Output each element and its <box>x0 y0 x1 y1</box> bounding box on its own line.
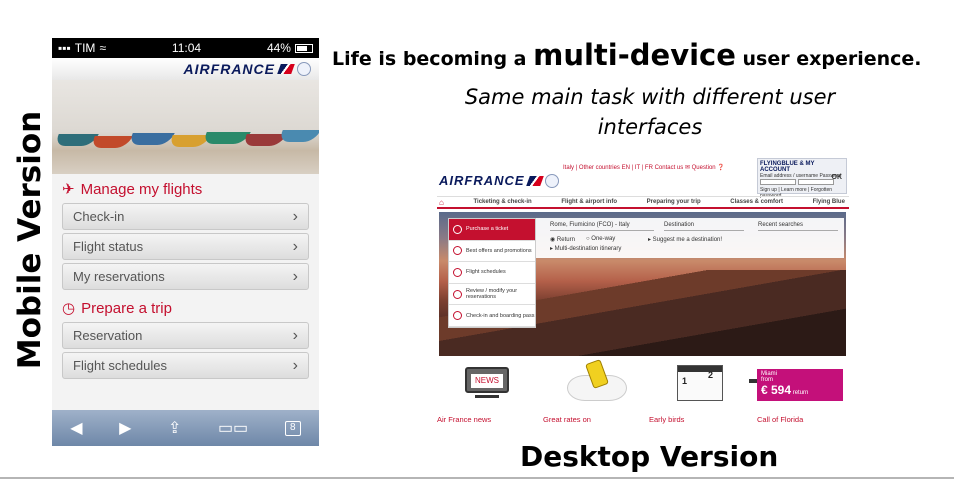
boat-shape <box>277 130 319 142</box>
menu-purchase-ticket[interactable]: Purchase a ticket <box>449 219 535 241</box>
boat-shape <box>201 132 251 144</box>
headline-emphasis: multi-device <box>533 38 736 72</box>
pillow-tag-image[interactable] <box>567 359 633 409</box>
chevron-right-icon: › <box>292 207 298 225</box>
promo-tiles: NEWS Air France news Great rates on 1 2 … <box>437 359 849 431</box>
forward-icon[interactable]: ▶ <box>119 418 131 438</box>
destination-field[interactable]: Destination <box>664 222 744 231</box>
grand-canyon-hero: Purchase a ticket Best offers and promot… <box>439 212 846 356</box>
tile-caption-early-birds[interactable]: Early birds <box>649 415 684 424</box>
login-ok-button[interactable]: OK <box>832 174 843 181</box>
ticket-icon <box>453 289 462 299</box>
mobile-header: AIRFRANCE <box>52 58 319 80</box>
boat-shape <box>127 133 175 145</box>
multi-destination-link[interactable]: ▸ Multi-destination itinerary <box>550 245 621 252</box>
mobile-version-label: Mobile Version <box>12 110 48 370</box>
desktop-topbar: Italy | Other countries EN | IT | FR Con… <box>437 156 849 199</box>
nav-classes-comfort[interactable]: Classes & comfort <box>730 199 783 205</box>
menu-best-offers[interactable]: Best offers and promotions <box>449 241 535 263</box>
chevron-right-icon: › <box>292 267 298 285</box>
clock-icon: ◷ <box>62 300 76 317</box>
offers-icon <box>453 246 462 256</box>
chevron-right-icon: › <box>292 356 298 374</box>
tile-caption-rates[interactable]: Great rates on <box>543 415 591 424</box>
slide: Mobile Version ▪▪▪ TIM ≈ 11:04 44% AIRFR… <box>0 0 954 487</box>
menu-review-reservations[interactable]: Review / modify your reservations <box>449 284 535 306</box>
mobile-screenshot: ▪▪▪ TIM ≈ 11:04 44% AIRFRANCE ✈ Manage m… <box>52 38 319 446</box>
signal-icon: ▪▪▪ <box>58 41 71 55</box>
menu-check-in[interactable]: Check-in and boarding pass <box>449 305 535 327</box>
menu-flight-schedules[interactable]: Flight schedules <box>449 262 535 284</box>
hero-boats-image <box>52 80 319 174</box>
flight-search-panel: Rome, Fiumicino (FCO) - Italy Destinatio… <box>536 218 844 258</box>
flyingblue-login-box: FLYINGBLUE & MY ACCOUNT Email address / … <box>757 158 847 199</box>
status-time: 11:04 <box>171 41 202 55</box>
prepare-trip-heading: ◷ Prepare a trip <box>62 299 172 318</box>
home-icon[interactable]: ⌂ <box>439 198 444 207</box>
plane-icon <box>453 224 462 234</box>
boarding-pass-icon <box>453 311 462 321</box>
manage-flights-heading: ✈ Manage my flights <box>62 180 203 199</box>
airfrance-stripe-icon <box>277 64 295 74</box>
tabs-icon[interactable]: 8 <box>284 420 301 436</box>
safari-toolbar: ◀ ▶ ⇪ ▭▭ 8 <box>52 410 319 446</box>
back-icon[interactable]: ◀ <box>70 418 82 438</box>
menu-row-check-in[interactable]: Check-in › <box>62 203 309 230</box>
desktop-airfrance-logo[interactable]: AIRFRANCE <box>439 173 559 188</box>
desktop-side-menu: Purchase a ticket Best offers and promot… <box>448 218 536 328</box>
nav-preparing-trip[interactable]: Preparing your trip <box>647 199 701 205</box>
nav-ticketing[interactable]: Ticketing & check-in <box>473 199 531 205</box>
tile-caption-news[interactable]: Air France news <box>437 415 491 424</box>
boat-shape <box>241 134 287 146</box>
plane-icon: ✈ <box>62 181 75 198</box>
menu-row-my-reservations[interactable]: My reservations › <box>62 263 309 290</box>
calendar-image[interactable]: 1 2 <box>673 361 729 409</box>
slide-headline: Life is becoming a multi-device user exp… <box>332 38 922 72</box>
desktop-main-nav: ⌂ Ticketing & check-in Flight & airport … <box>437 196 849 209</box>
recent-searches-select[interactable]: Recent searches <box>758 222 838 231</box>
slide-subheading: Same main task with different user inter… <box>464 85 836 139</box>
country-language-links[interactable]: Italy | Other countries EN | IT | FR Con… <box>563 164 725 171</box>
battery-icon <box>294 43 313 53</box>
tile-caption-florida[interactable]: Call of Florida <box>757 415 803 424</box>
desktop-screenshot: Italy | Other countries EN | IT | FR Con… <box>437 156 849 430</box>
menu-row-flight-schedules[interactable]: Flight schedules › <box>62 352 309 379</box>
clock-icon <box>453 267 462 277</box>
return-radio[interactable]: ◉ Return <box>550 236 575 243</box>
menu-row-reservation[interactable]: Reservation › <box>62 322 309 349</box>
suggest-destination-link[interactable]: ▸ Suggest me a destination! <box>648 236 722 243</box>
password-field[interactable] <box>798 179 834 185</box>
oneway-radio[interactable]: ○ One-way <box>586 236 615 242</box>
miami-promo-image[interactable]: Miami from € 594 return <box>749 361 847 409</box>
news-tv-image[interactable]: NEWS <box>465 361 515 409</box>
airfrance-stripe-icon <box>525 175 544 186</box>
origin-field[interactable]: Rome, Fiumicino (FCO) - Italy <box>550 222 654 231</box>
bookmarks-icon[interactable]: ▭▭ <box>218 418 248 438</box>
email-field[interactable] <box>760 179 796 185</box>
wifi-icon: ≈ <box>99 41 107 55</box>
chevron-right-icon: › <box>292 326 298 344</box>
carrier-name: TIM <box>74 41 96 55</box>
nav-flight-info[interactable]: Flight & airport info <box>561 199 617 205</box>
divider <box>0 477 954 479</box>
battery-percent: 44% <box>266 41 291 55</box>
ios-status-bar: ▪▪▪ TIM ≈ 11:04 44% <box>52 38 319 58</box>
airfrance-seal-icon <box>297 62 311 76</box>
nav-flying-blue[interactable]: Flying Blue <box>813 199 845 205</box>
share-icon[interactable]: ⇪ <box>168 418 181 438</box>
boat-shape <box>53 134 99 146</box>
boat-shape <box>89 136 133 148</box>
airfrance-logo[interactable]: AIRFRANCE <box>184 61 275 77</box>
airfrance-seal-icon <box>544 173 559 188</box>
desktop-version-label: Desktop Version <box>520 440 779 473</box>
menu-row-flight-status[interactable]: Flight status › <box>62 233 309 260</box>
chevron-right-icon: › <box>292 237 298 255</box>
